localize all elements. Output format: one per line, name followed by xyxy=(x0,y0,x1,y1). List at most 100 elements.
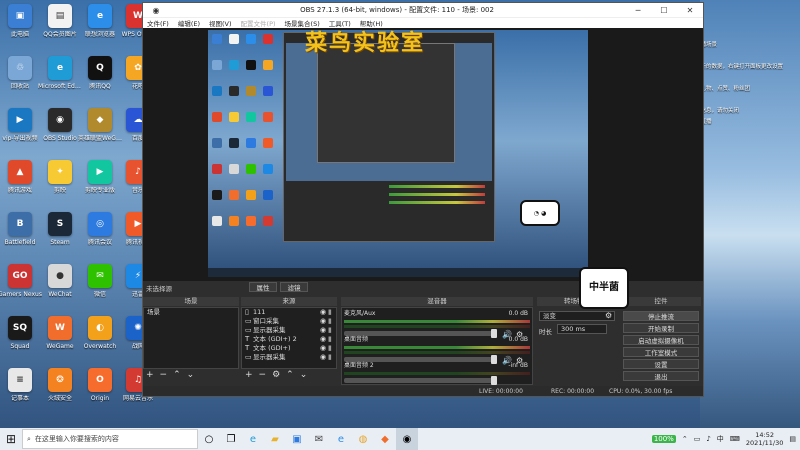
menu-edit[interactable]: 编辑(E) xyxy=(178,18,200,28)
taskbar-search[interactable]: ⌕ 在这里输入你要搜索的内容 xyxy=(22,429,198,449)
minimize-icon[interactable]: ─ xyxy=(625,6,651,15)
desktop-icon[interactable]: e Microsoft Edge xyxy=(38,56,82,104)
properties-tab[interactable]: 属性 xyxy=(249,282,277,292)
lock-icon[interactable]: ▮ xyxy=(328,353,336,362)
volume-slider[interactable] xyxy=(344,376,497,385)
desktop-icon[interactable]: ▣ 此电脑 xyxy=(0,4,42,52)
meeting-icon[interactable]: ◍ xyxy=(352,428,374,450)
obs-window[interactable]: ◉ OBS 27.1.3 (64-bit, windows) - 配置文件: 1… xyxy=(142,2,704,397)
scene-item[interactable]: 场景 xyxy=(144,308,238,317)
gear-icon[interactable]: ⚙ xyxy=(272,370,280,380)
virtual-camera-button[interactable]: 启动虚拟摄像机 xyxy=(623,335,699,345)
desktop-icon[interactable]: ✦ 剪映 xyxy=(38,160,82,208)
lock-icon[interactable]: ▮ xyxy=(328,308,336,317)
notification-icon[interactable]: ▤ xyxy=(789,435,796,443)
desktop-icon[interactable]: S Steam xyxy=(38,212,82,260)
lock-icon[interactable]: ▮ xyxy=(328,344,336,353)
edge-icon[interactable]: e xyxy=(242,428,264,450)
desktop-icon[interactable]: W WeGame xyxy=(38,316,82,364)
desktop-icon[interactable]: ≡ 记事本 xyxy=(0,368,42,416)
orange-app-icon[interactable]: ◆ xyxy=(374,428,396,450)
captured-icon xyxy=(246,60,256,70)
lock-icon[interactable]: ▮ xyxy=(328,326,336,335)
channel-db: -inf dB xyxy=(508,362,528,369)
source-item[interactable]: ▭ 显示器采集 ◉ ▮ xyxy=(242,326,336,335)
chevron-up-icon[interactable]: ⌃ xyxy=(682,435,688,443)
mail-icon[interactable]: ✉ xyxy=(308,428,330,450)
source-item[interactable]: T 文本 (GDI+) 2 ◉ ▮ xyxy=(242,335,336,344)
source-item[interactable]: ▭ 显示器采集 ◉ ▮ xyxy=(242,353,336,362)
move-down-icon[interactable]: ⌄ xyxy=(300,370,308,380)
desktop-icon[interactable]: ● WeChat xyxy=(38,264,82,312)
lock-icon[interactable]: ▮ xyxy=(328,335,336,344)
gear-icon[interactable]: ⚙ xyxy=(605,311,612,320)
obs-titlebar[interactable]: ◉ OBS 27.1.3 (64-bit, windows) - 配置文件: 1… xyxy=(143,3,703,17)
cortana-icon[interactable]: ○ xyxy=(198,428,220,450)
source-item[interactable]: T 文本 (GDI+) ◉ ▮ xyxy=(242,344,336,353)
mixer-header: 混音器 xyxy=(341,297,533,306)
desktop-icon[interactable]: GO Gamers Nexus xyxy=(0,264,42,312)
studio-mode-button[interactable]: 工作室模式 xyxy=(623,347,699,357)
store-icon[interactable]: ▣ xyxy=(286,428,308,450)
sources-list[interactable]: ▯ 111 ◉ ▮ ▭ 窗口采集 ◉ ▮ ▭ 显示器采集 ◉ ▮ T 文本 (G… xyxy=(241,307,337,369)
desktop-icon[interactable]: ▲ 腾讯游戏 xyxy=(0,160,42,208)
remove-icon[interactable]: − xyxy=(259,370,267,380)
close-icon[interactable]: ✕ xyxy=(677,6,703,15)
move-up-icon[interactable]: ⌃ xyxy=(286,370,294,380)
taskbar-clock[interactable]: 14:52 2021/11/30 xyxy=(746,431,783,447)
eye-icon[interactable]: ◉ xyxy=(320,353,328,362)
transition-select[interactable]: 淡变 xyxy=(539,311,615,321)
input-language[interactable]: 中 xyxy=(717,434,724,444)
eye-icon[interactable]: ◉ xyxy=(320,326,328,335)
nested-mixer xyxy=(389,185,485,225)
task-view-icon[interactable]: ❐ xyxy=(220,428,242,450)
slider-handle[interactable] xyxy=(491,376,497,385)
menu-file[interactable]: 文件(F) xyxy=(147,18,169,28)
desktop-icon[interactable]: ◉ OBS Studio xyxy=(38,108,82,156)
remove-icon[interactable]: − xyxy=(160,370,168,380)
scenes-list[interactable]: 场景 xyxy=(143,307,239,369)
menu-profile[interactable]: 配置文件(P) xyxy=(241,18,276,28)
app-icon: O xyxy=(88,368,112,392)
source-item[interactable]: ▯ 111 ◉ ▮ xyxy=(242,308,336,317)
start-recording-button[interactable]: 开始录制 xyxy=(623,323,699,333)
lock-icon[interactable]: ▮ xyxy=(328,317,336,326)
dock-area: 未选择源 属性 滤镜 场景 场景 + − ⌃ ⌄ 来源 ▯ 111 ◉ ▮ ▭ xyxy=(143,267,703,396)
app-icon: ✉ xyxy=(88,264,112,288)
clock-date: 2021/11/30 xyxy=(745,439,784,447)
desktop-icon[interactable]: ▤ QQ会员图片 xyxy=(38,4,82,52)
eye-icon[interactable]: ◉ xyxy=(320,317,328,326)
volume-icon[interactable]: ♪ xyxy=(706,435,710,443)
preview-canvas[interactable]: ◔ ◕ xyxy=(143,28,703,281)
settings-button[interactable]: 设置 xyxy=(623,359,699,369)
windows-start-icon[interactable]: ⊞ xyxy=(0,428,22,450)
battery-icon[interactable]: 100% xyxy=(651,435,676,443)
eye-icon[interactable]: ◉ xyxy=(320,344,328,353)
desktop-icon[interactable]: ❂ 火绒安全 xyxy=(38,368,82,416)
network-icon[interactable]: ▭ xyxy=(694,435,701,443)
add-icon[interactable]: + xyxy=(146,370,154,380)
menu-view[interactable]: 视图(V) xyxy=(209,18,232,28)
desktop-icon[interactable]: ▶ vip-导出视频 xyxy=(0,108,42,156)
maximize-icon[interactable]: ☐ xyxy=(651,6,677,15)
ime-icon[interactable]: ⌨ xyxy=(730,435,740,443)
browser-icon[interactable]: e xyxy=(330,428,352,450)
move-up-icon[interactable]: ⌃ xyxy=(173,370,181,380)
eye-icon[interactable]: ◉ xyxy=(320,335,328,344)
app-icon: ▶ xyxy=(88,160,112,184)
stop-streaming-button[interactable]: 停止推流 xyxy=(623,311,699,321)
file-explorer-icon[interactable]: ▰ xyxy=(264,428,286,450)
duration-input[interactable]: 300 ms xyxy=(557,324,607,334)
app-icon: SQ xyxy=(8,316,32,340)
exit-button[interactable]: 退出 xyxy=(623,371,699,381)
desktop-icon[interactable]: B Battlefield xyxy=(0,212,42,260)
move-down-icon[interactable]: ⌄ xyxy=(187,370,195,380)
desktop-icon[interactable]: ♲ 回收站 xyxy=(0,56,42,104)
add-icon[interactable]: + xyxy=(245,370,253,380)
filters-tab[interactable]: 滤镜 xyxy=(280,282,308,292)
obs-taskbar-icon[interactable]: ◉ xyxy=(396,428,418,450)
desktop-icon-label: QQ会员图片 xyxy=(43,31,77,38)
source-item[interactable]: ▭ 窗口采集 ◉ ▮ xyxy=(242,317,336,326)
desktop-icon[interactable]: SQ Squad xyxy=(0,316,42,364)
eye-icon[interactable]: ◉ xyxy=(320,308,328,317)
